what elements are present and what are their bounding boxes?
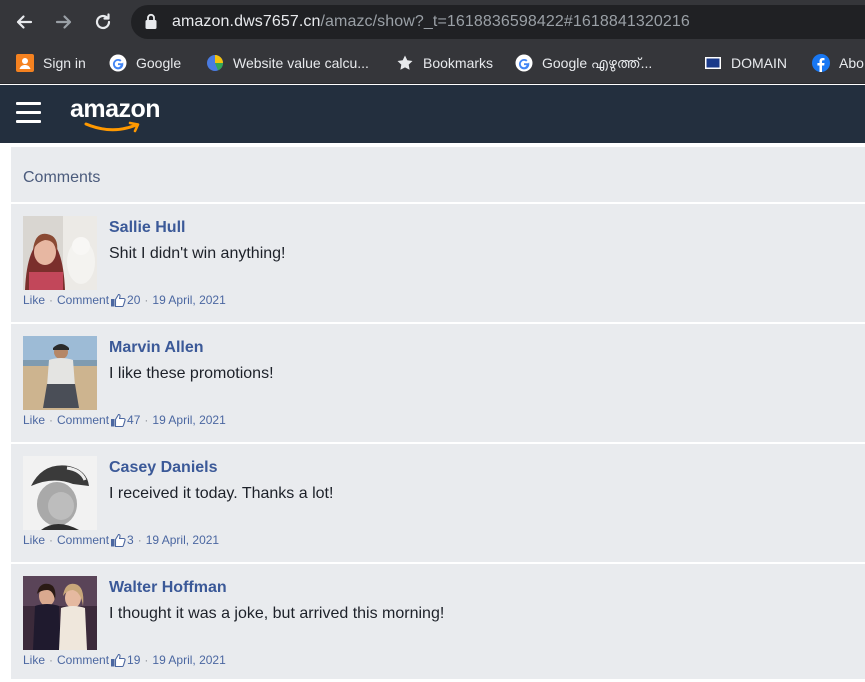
smile-arrow-icon	[84, 121, 140, 133]
bookmark-facebook[interactable]: Abo	[812, 52, 864, 74]
bookmarks-bar: Sign in Google Website value calcu... Bo…	[0, 44, 865, 84]
comment-text: I received it today. Thanks a lot!	[109, 485, 334, 502]
comment-text: Shit I didn't win anything!	[109, 245, 286, 262]
pie-icon	[206, 54, 224, 72]
commenter-name[interactable]: Casey Daniels	[109, 459, 218, 477]
logo-text: amazon	[70, 95, 161, 123]
like-count: 47	[127, 413, 141, 427]
comment-meta: Like · Comment 20 · 19 April, 2021	[23, 293, 226, 308]
bookmark-label: Abo	[839, 55, 864, 71]
like-link[interactable]: Like	[23, 653, 45, 667]
url-host: amazon.dws7657.cn	[172, 13, 321, 30]
separator-dot: ·	[49, 413, 54, 427]
amazon-logo[interactable]: amazon	[70, 95, 170, 135]
like-link[interactable]: Like	[23, 413, 45, 427]
forward-arrow-icon[interactable]	[52, 10, 76, 34]
comment-item: Walter Hoffman I thought it was a joke, …	[11, 564, 865, 682]
separator-dot: ·	[49, 653, 54, 667]
thumbs-up-icon	[110, 293, 126, 308]
avatar	[23, 216, 97, 290]
thumbs-up-icon	[110, 653, 126, 668]
comments-title: Comments	[23, 169, 101, 186]
comment-meta: Like · Comment 3 · 19 April, 2021	[23, 533, 220, 548]
thumbs-up-icon	[110, 533, 126, 548]
avatar	[23, 456, 97, 530]
bookmark-website-value[interactable]: Website value calcu...	[206, 52, 369, 74]
comment-text: I thought it was a joke, but arrived thi…	[109, 605, 445, 622]
back-arrow-icon[interactable]	[12, 10, 36, 34]
separator-dot: ·	[144, 293, 149, 307]
comment-item: Marvin Allen I like these promotions! Li…	[11, 324, 865, 442]
page-body: Comments Sallie Hull Shit I didn't win a…	[0, 143, 865, 679]
comment-link[interactable]: Comment	[57, 653, 109, 667]
separator-dot: ·	[144, 413, 149, 427]
lock-icon	[144, 13, 158, 35]
bookmark-label: Google എഴുത്ത്...	[542, 54, 653, 71]
comment-date: 19 April, 2021	[152, 413, 226, 427]
separator-dot: ·	[49, 533, 54, 547]
commenter-name[interactable]: Walter Hoffman	[109, 579, 227, 597]
comment-meta: Like · Comment 19 · 19 April, 2021	[23, 653, 226, 668]
bookmark-label: Website value calcu...	[233, 55, 369, 71]
avatar	[23, 336, 97, 410]
comment-link[interactable]: Comment	[57, 533, 109, 547]
commenter-name[interactable]: Sallie Hull	[109, 219, 185, 237]
comment-item: Sallie Hull Shit I didn't win anything! …	[11, 204, 865, 322]
separator-dot: ·	[137, 533, 142, 547]
comment-link[interactable]: Comment	[57, 413, 109, 427]
separator-dot: ·	[144, 653, 149, 667]
browser-toolbar: amazon.dws7657.cn/amazc/show?_t=16188365…	[0, 0, 865, 44]
comment-text: I like these promotions!	[109, 365, 274, 382]
bookmark-signin[interactable]: Sign in	[16, 52, 86, 74]
comment-date: 19 April, 2021	[152, 653, 226, 667]
url-path: /amazc/show?_t=1618836598422#16188413202…	[320, 13, 690, 30]
bookmark-domain[interactable]: DOMAIN	[704, 52, 787, 74]
comment-link[interactable]: Comment	[57, 293, 109, 307]
like-link[interactable]: Like	[23, 293, 45, 307]
like-count: 3	[127, 533, 134, 547]
bookmark-bookmarks[interactable]: Bookmarks	[396, 52, 493, 74]
site-header: amazon	[0, 85, 865, 143]
facebook-icon	[812, 54, 830, 72]
bookmark-google[interactable]: Google	[109, 52, 181, 74]
separator-dot: ·	[49, 293, 54, 307]
comment-date: 19 April, 2021	[145, 533, 220, 547]
like-count: 19	[127, 653, 141, 667]
bookmark-google-ezhuthu[interactable]: Google എഴുത്ത്...	[515, 52, 652, 74]
google-icon	[515, 54, 533, 72]
comments-section: Comments Sallie Hull Shit I didn't win a…	[11, 147, 865, 679]
signin-icon	[16, 54, 34, 72]
google-icon	[109, 54, 127, 72]
thumbs-up-icon	[110, 413, 126, 428]
comment-date: 19 April, 2021	[152, 293, 226, 307]
bookmark-label: Google	[136, 55, 182, 71]
bookmark-label: Sign in	[43, 55, 86, 71]
address-bar[interactable]: amazon.dws7657.cn/amazc/show?_t=16188365…	[131, 5, 865, 39]
reload-icon[interactable]	[91, 10, 115, 34]
avatar	[23, 576, 97, 650]
domain-icon	[704, 54, 722, 72]
like-count: 20	[127, 293, 141, 307]
like-link[interactable]: Like	[23, 533, 45, 547]
hamburger-menu-icon[interactable]	[16, 102, 41, 124]
comment-meta: Like · Comment 47 · 19 April, 2021	[23, 413, 226, 428]
commenter-name[interactable]: Marvin Allen	[109, 339, 204, 357]
bookmark-label: DOMAIN	[731, 55, 787, 71]
star-icon	[396, 54, 414, 72]
bookmark-label: Bookmarks	[423, 55, 494, 71]
comment-item: Casey Daniels I received it today. Thank…	[11, 444, 865, 562]
url-text: amazon.dws7657.cn/amazc/show?_t=16188365…	[172, 13, 690, 31]
